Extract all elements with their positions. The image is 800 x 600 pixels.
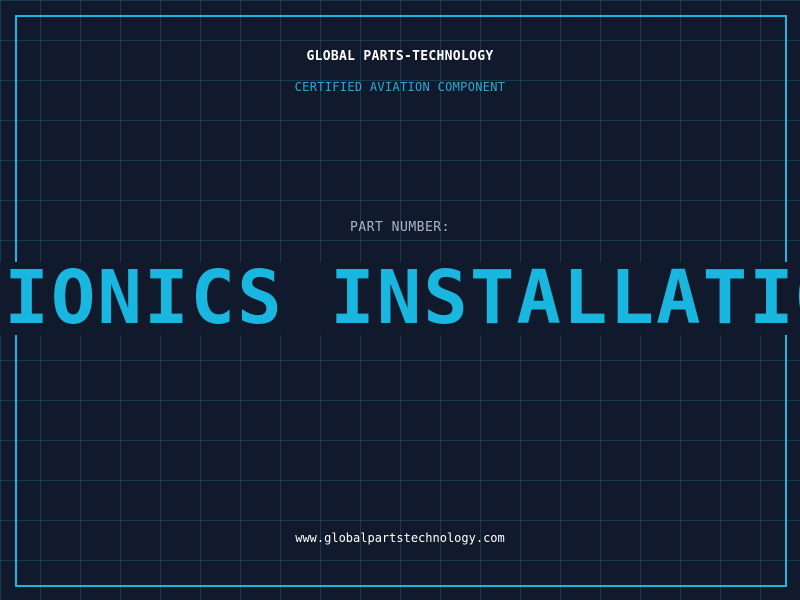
part-number-label: PART NUMBER: [350, 220, 450, 235]
part-number-value: AVIONICS INSTALLATION [0, 262, 800, 335]
company-name: GLOBAL PARTS-TECHNOLOGY [306, 49, 494, 64]
website-url: www.globalpartstechnology.com [295, 531, 505, 545]
certificate-card: GLOBAL PARTS-TECHNOLOGY CERTIFIED AVIATI… [0, 0, 800, 600]
part-number-band: AVIONICS INSTALLATION [0, 262, 800, 335]
certification-tagline: CERTIFIED AVIATION COMPONENT [294, 80, 506, 94]
